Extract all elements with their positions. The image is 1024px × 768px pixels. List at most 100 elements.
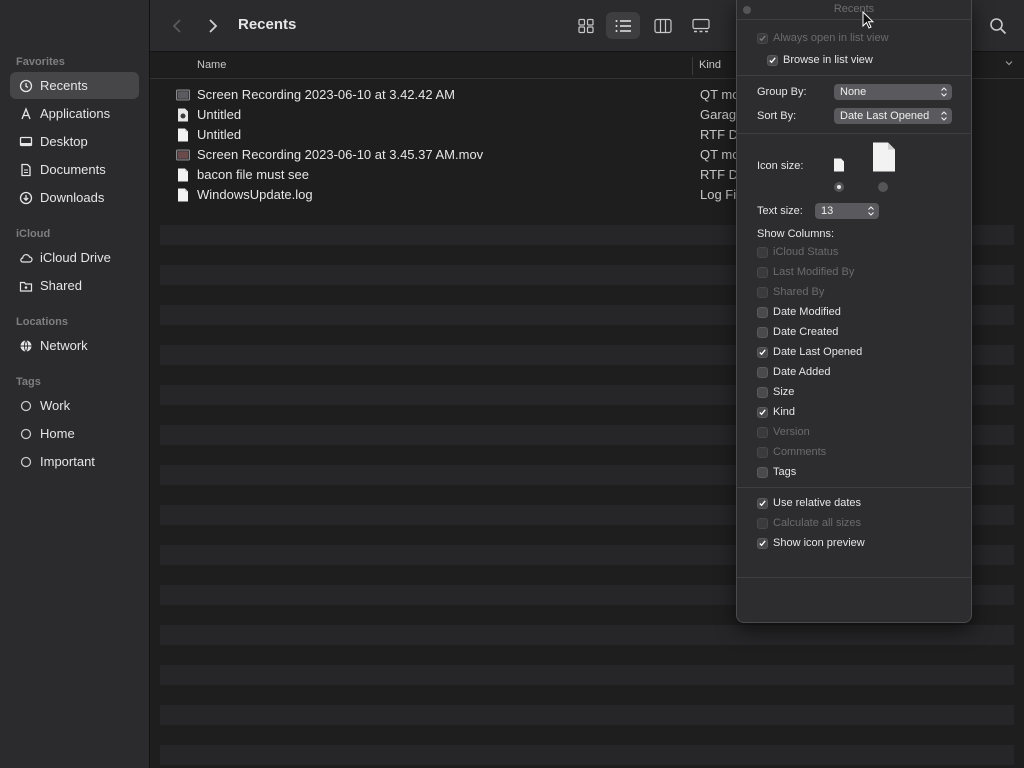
sidebar-item-icloud-drive[interactable]: iCloud Drive xyxy=(10,244,139,271)
gallery-view-button[interactable] xyxy=(684,12,718,39)
sidebar-section-favorites: Favorites xyxy=(16,56,65,68)
sidebar-item-tag-important[interactable]: Important xyxy=(10,448,139,475)
desktop-icon xyxy=(18,134,34,150)
group-by-popup[interactable]: None xyxy=(834,84,952,100)
icon-view-button[interactable] xyxy=(569,12,603,39)
sidebar-item-label: Work xyxy=(40,398,71,413)
download-icon xyxy=(18,190,34,206)
tag-circle-icon xyxy=(18,426,34,442)
sidebar-item-network[interactable]: Network xyxy=(10,332,139,359)
column-checkbox-shared-by[interactable]: Shared By xyxy=(757,286,824,298)
globe-icon xyxy=(18,338,34,354)
sidebar-section-icloud: iCloud xyxy=(16,228,51,240)
large-file-icon xyxy=(872,142,896,177)
chevron-down-icon[interactable] xyxy=(1004,58,1014,71)
cloud-icon xyxy=(18,250,34,266)
checkbox-label: Comments xyxy=(773,446,827,458)
search-icon xyxy=(990,18,1007,35)
checkbox-box xyxy=(757,466,768,478)
file-kind: RTF D xyxy=(700,167,736,182)
column-checkbox-date-last-opened[interactable]: Date Last Opened xyxy=(757,346,862,358)
popup-arrows-icon xyxy=(941,87,947,97)
show-columns-label: Show Columns: xyxy=(757,228,835,240)
back-button[interactable] xyxy=(166,14,188,38)
browse-list-checkbox[interactable]: Browse in list view xyxy=(767,54,873,66)
column-checkbox-date-created[interactable]: Date Created xyxy=(757,326,838,338)
checkbox-label: Browse in list view xyxy=(783,54,873,66)
sort-by-label: Sort By: xyxy=(757,110,797,122)
sidebar-item-label: Applications xyxy=(40,106,111,121)
column-checkbox-version[interactable]: Version xyxy=(757,426,810,438)
document-file-icon xyxy=(176,188,190,202)
sidebar-item-recents[interactable]: Recents xyxy=(10,72,139,99)
video-file-icon xyxy=(176,148,190,162)
sidebar-item-label: Shared xyxy=(40,278,82,293)
checkbox-box xyxy=(757,497,768,509)
text-size-popup[interactable]: 13 xyxy=(815,203,879,219)
checkbox-box xyxy=(757,32,768,44)
column-checkbox-tags[interactable]: Tags xyxy=(757,466,796,478)
document-icon xyxy=(18,162,34,178)
sidebar: Favorites Recents Applications Desktop D… xyxy=(0,0,150,768)
tag-circle-icon xyxy=(18,398,34,414)
checkbox-box xyxy=(767,54,778,66)
text-size-value: 13 xyxy=(821,205,834,217)
sidebar-item-label: Downloads xyxy=(40,190,105,205)
document-file-icon xyxy=(176,128,190,142)
checkbox-label: Size xyxy=(773,386,795,398)
checkbox-label: Date Added xyxy=(773,366,831,378)
empty-list-row xyxy=(160,705,1014,725)
checkbox-label: Version xyxy=(773,426,810,438)
group-by-label: Group By: xyxy=(757,86,807,98)
panel-title: Recents xyxy=(833,3,875,15)
sidebar-item-label: Network xyxy=(40,338,88,353)
checkbox-label: Kind xyxy=(773,406,796,418)
icon-size-large-radio[interactable] xyxy=(878,182,888,192)
column-checkbox-comments[interactable]: Comments xyxy=(757,446,826,458)
small-file-icon xyxy=(833,158,845,177)
column-checkbox-date-modified[interactable]: Date Modified xyxy=(757,306,841,318)
sidebar-item-shared[interactable]: Shared xyxy=(10,272,139,299)
column-checkbox-last-modified-by[interactable]: Last Modified By xyxy=(757,266,854,278)
search-button[interactable] xyxy=(986,14,1010,38)
sidebar-item-label: Home xyxy=(40,426,75,441)
column-checkbox-icloud-status[interactable]: iCloud Status xyxy=(757,246,838,258)
sidebar-item-documents[interactable]: Documents xyxy=(10,156,139,183)
sidebar-item-downloads[interactable]: Downloads xyxy=(10,184,139,211)
sort-by-popup[interactable]: Date Last Opened xyxy=(834,108,952,124)
checkbox-label: Last Modified By xyxy=(773,266,855,278)
forward-button[interactable] xyxy=(202,14,224,38)
group-by-value: None xyxy=(840,86,867,98)
empty-list-row xyxy=(160,645,1014,665)
icon-size-small-radio[interactable] xyxy=(834,182,844,192)
column-checkbox-date-added[interactable]: Date Added xyxy=(757,366,831,378)
sidebar-item-tag-work[interactable]: Work xyxy=(10,392,139,419)
column-checkbox-size[interactable]: Size xyxy=(757,386,794,398)
sidebar-item-applications[interactable]: Applications xyxy=(10,100,139,127)
sidebar-item-desktop[interactable]: Desktop xyxy=(10,128,139,155)
checkbox-box xyxy=(757,366,768,378)
checkbox-box xyxy=(757,386,768,398)
sidebar-item-tag-home[interactable]: Home xyxy=(10,420,139,447)
list-view-button[interactable] xyxy=(606,12,640,39)
column-view-button[interactable] xyxy=(646,12,680,39)
icon-size-label: Icon size: xyxy=(757,160,804,172)
column-checkbox-kind[interactable]: Kind xyxy=(757,406,795,418)
file-kind: Log Fi xyxy=(700,187,736,202)
use-relative-dates-checkbox[interactable]: Use relative dates xyxy=(757,497,861,509)
text-size-label: Text size: xyxy=(757,205,803,217)
checkbox-label: iCloud Status xyxy=(773,246,839,258)
file-name: Screen Recording 2023-06-10 at 3.45.37 A… xyxy=(197,147,484,162)
divider xyxy=(737,577,971,578)
calculate-all-sizes-checkbox[interactable]: Calculate all sizes xyxy=(757,517,861,529)
panel-titlebar[interactable]: Recents xyxy=(737,0,971,20)
sidebar-item-label: iCloud Drive xyxy=(40,250,111,265)
checkbox-label: Calculate all sizes xyxy=(773,517,862,529)
column-divider[interactable] xyxy=(692,57,693,75)
show-icon-preview-checkbox[interactable]: Show icon preview xyxy=(757,537,865,549)
checkbox-label: Use relative dates xyxy=(773,497,862,509)
column-header-name[interactable]: Name xyxy=(197,59,226,71)
column-header-kind[interactable]: Kind xyxy=(699,59,721,71)
checkbox-box xyxy=(757,286,768,298)
chevron-right-icon xyxy=(209,19,218,33)
